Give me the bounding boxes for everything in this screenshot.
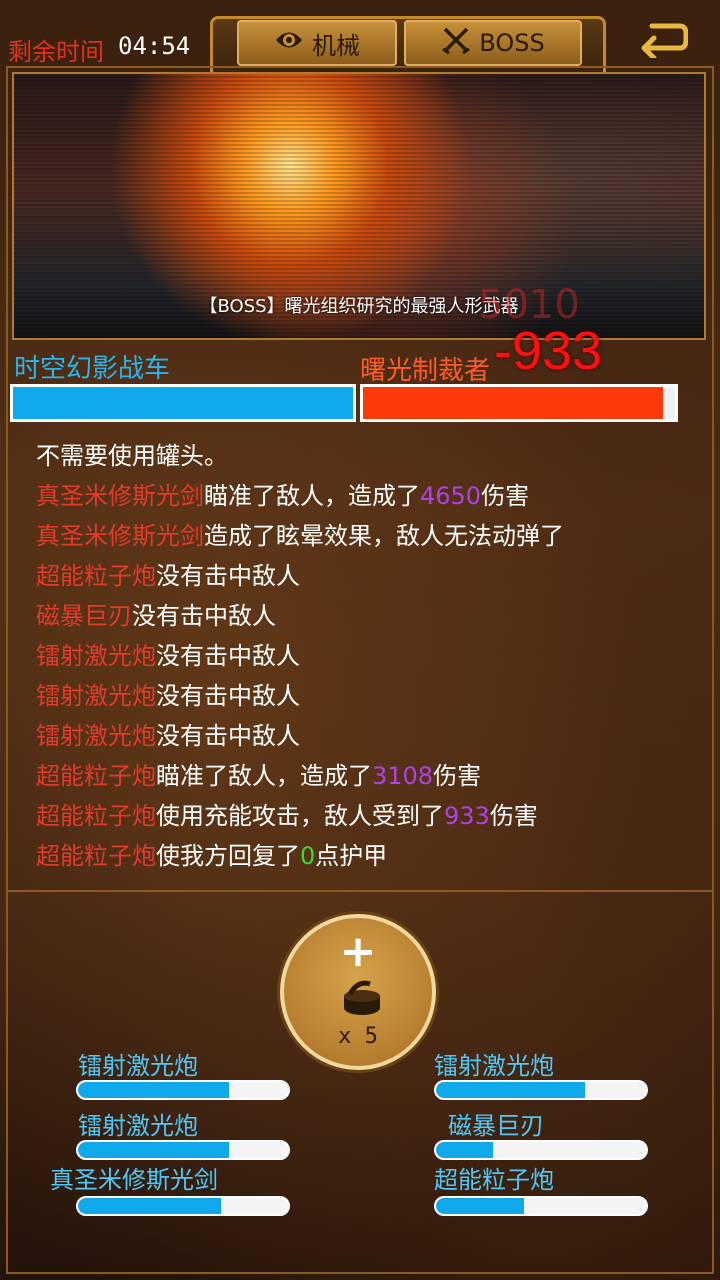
tab-boss-label: BOSS [479,29,545,57]
log-segment: 不需要使用罐头。 [36,442,228,470]
log-segment: 超能粒子炮 [36,762,156,790]
weapon-left-3-fill [78,1198,221,1214]
log-segment: 4650 [420,482,482,510]
timer-label: 剩余时间 [8,38,104,66]
log-segment: 没有击中敌人 [156,642,300,670]
plus-icon: + [339,926,377,977]
player-name: 时空幻影战车 [14,354,171,384]
weapon-left-1-bar [76,1080,290,1100]
log-line: 镭射激光炮没有击中敌人 [36,636,696,676]
log-segment: 没有击中敌人 [156,682,300,710]
log-line: 镭射激光炮没有击中敌人 [36,676,696,716]
log-line: 超能粒子炮没有击中敌人 [36,556,696,596]
damage-popup: -933 [494,321,603,381]
weapon-right-1-bar [434,1080,648,1100]
log-segment: 伤害 [489,802,538,830]
log-segment: 超能粒子炮 [36,842,156,870]
log-segment: 没有击中敌人 [156,562,300,590]
log-segment: 没有击中敌人 [132,602,276,630]
log-segment: 镭射激光炮 [36,642,156,670]
log-segment: 3108 [372,762,434,790]
back-button[interactable] [638,18,689,61]
weapon-left-1-fill [78,1082,230,1098]
weapon-left-3-label: 真圣米修斯光剑 [50,1166,218,1194]
enemy-hp-bar [360,384,678,422]
weapon-left-1-label: 镭射激光炮 [78,1052,198,1080]
boss-caption: 【BOSS】曙光组织研究的最强人形武器 [199,296,519,317]
food-can-icon [340,978,384,1022]
log-line: 超能粒子炮使我方回复了0点护甲 [36,836,696,876]
weapon-right-1-label: 镭射激光炮 [434,1052,554,1080]
tab-boss[interactable]: BOSS [404,20,582,66]
timer-value: 04:54 [118,32,191,60]
log-segment: 使用充能攻击，敌人受到了 [156,802,444,830]
weapon-right-3-label: 超能粒子炮 [434,1166,554,1194]
battle-scene: 【BOSS】曙光组织研究的最强人形武器 [12,72,706,340]
player-hp-bar [10,384,356,422]
weapon-right-2-label: 磁暴巨刃 [448,1112,544,1140]
tab-mech[interactable]: 机械 [237,20,397,66]
log-segment: 真圣米修斯光剑 [36,482,204,510]
log-segment: 超能粒子炮 [36,562,156,590]
player-hp-fill [13,387,353,419]
log-segment: 镭射激光炮 [36,682,156,710]
weapon-right-3-fill [436,1198,525,1214]
battle-log: 不需要使用罐头。 真圣米修斯光剑瞄准了敌人，造成了4650伤害 真圣米修斯光剑造成了… [36,436,696,876]
log-segment: 伤害 [481,482,530,510]
log-segment: 瞄准了敌人，造成了 [156,762,372,790]
log-segment: 造成了眩晕效果，敌人无法动弹了 [204,522,564,550]
log-line: 镭射激光炮没有击中敌人 [36,716,696,756]
weapon-right-3-bar [434,1196,648,1216]
log-segment: 没有击中敌人 [156,722,300,750]
weapon-left-2-fill [78,1142,230,1158]
weapon-right-2-fill [436,1142,493,1158]
log-line: 真圣米修斯光剑造成了眩晕效果，敌人无法动弹了 [36,516,696,556]
use-can-button[interactable]: + x 5 [280,914,436,1070]
can-count: x 5 [338,1024,378,1049]
back-arrow-icon [641,23,689,61]
log-line: 真圣米修斯光剑瞄准了敌人，造成了4650伤害 [36,476,696,516]
log-segment: 镭射激光炮 [36,722,156,750]
weapon-left-2-bar [76,1140,290,1160]
log-segment: 点护甲 [315,842,388,870]
crossed-swords-icon [441,25,471,61]
enemy-name: 曙光制裁者 [360,356,491,386]
log-segment: 磁暴巨刃 [36,602,132,630]
log-line: 超能粒子炮使用充能攻击，敌人受到了933伤害 [36,796,696,836]
log-segment: 伤害 [433,762,482,790]
log-line: 磁暴巨刃没有击中敌人 [36,596,696,636]
log-line: 不需要使用罐头。 [36,436,696,476]
weapon-left-3-bar [76,1196,290,1216]
weapon-left-2-label: 镭射激光炮 [78,1112,198,1140]
log-segment: 瞄准了敌人，造成了 [204,482,420,510]
log-line: 超能粒子炮瞄准了敌人，造成了3108伤害 [36,756,696,796]
log-segment: 真圣米修斯光剑 [36,522,204,550]
weapon-right-2-bar [434,1140,648,1160]
weapon-right-1-fill [436,1082,586,1098]
log-segment: 使我方回复了 [156,842,300,870]
log-segment: 933 [444,802,490,830]
log-segment: 超能粒子炮 [36,802,156,830]
log-segment: 0 [300,842,316,870]
divider [8,890,712,892]
tab-mech-label: 机械 [312,31,360,60]
eye-icon [274,27,304,59]
enemy-hp-fill [363,387,663,419]
